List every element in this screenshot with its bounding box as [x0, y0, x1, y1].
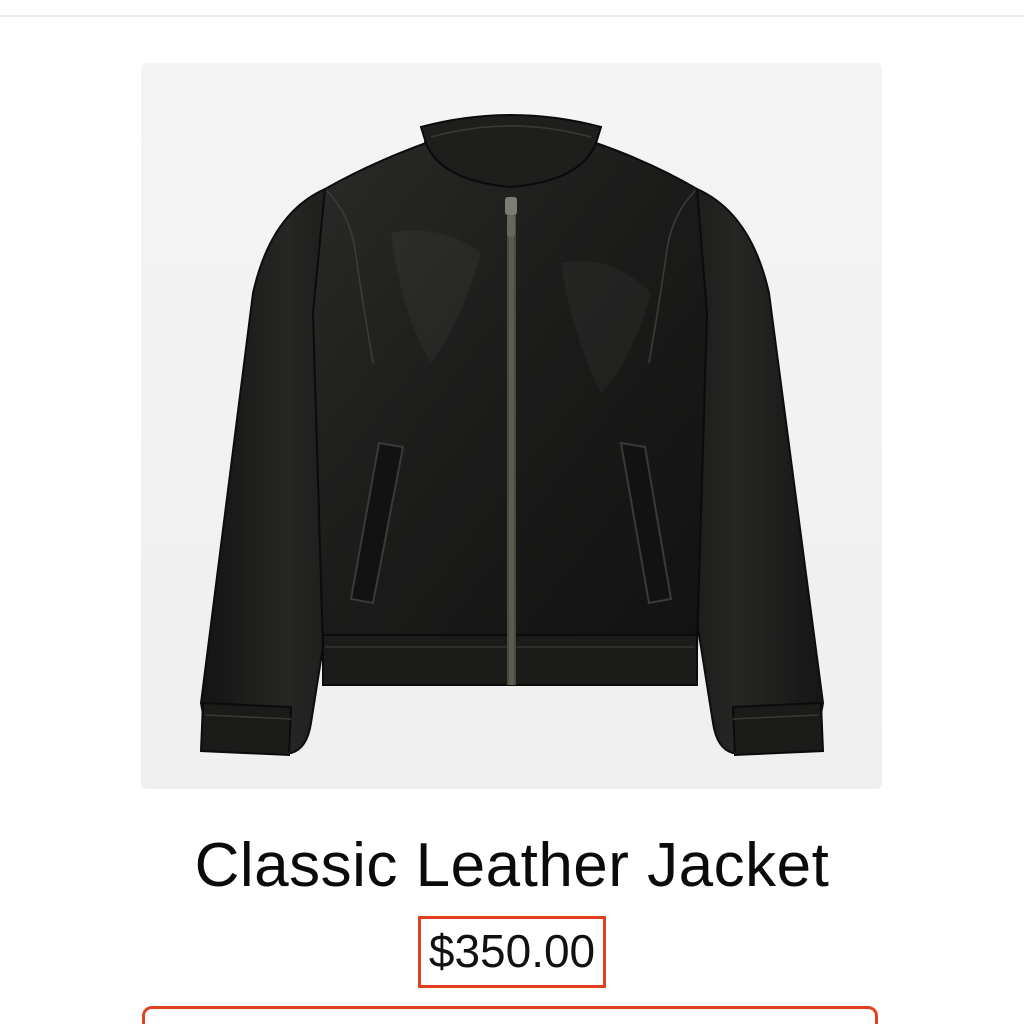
product-title: Classic Leather Jacket: [194, 831, 830, 900]
header-divider: [0, 15, 1024, 17]
product-detail-page: Classic Leather Jacket $350.00: [0, 0, 1024, 1024]
product-image[interactable]: [141, 63, 882, 789]
product-price: $350.00: [417, 916, 607, 988]
price-row: $350.00: [0, 916, 1024, 988]
add-to-cart-button[interactable]: [142, 1006, 878, 1024]
leather-jacket-illustration: [141, 63, 882, 789]
